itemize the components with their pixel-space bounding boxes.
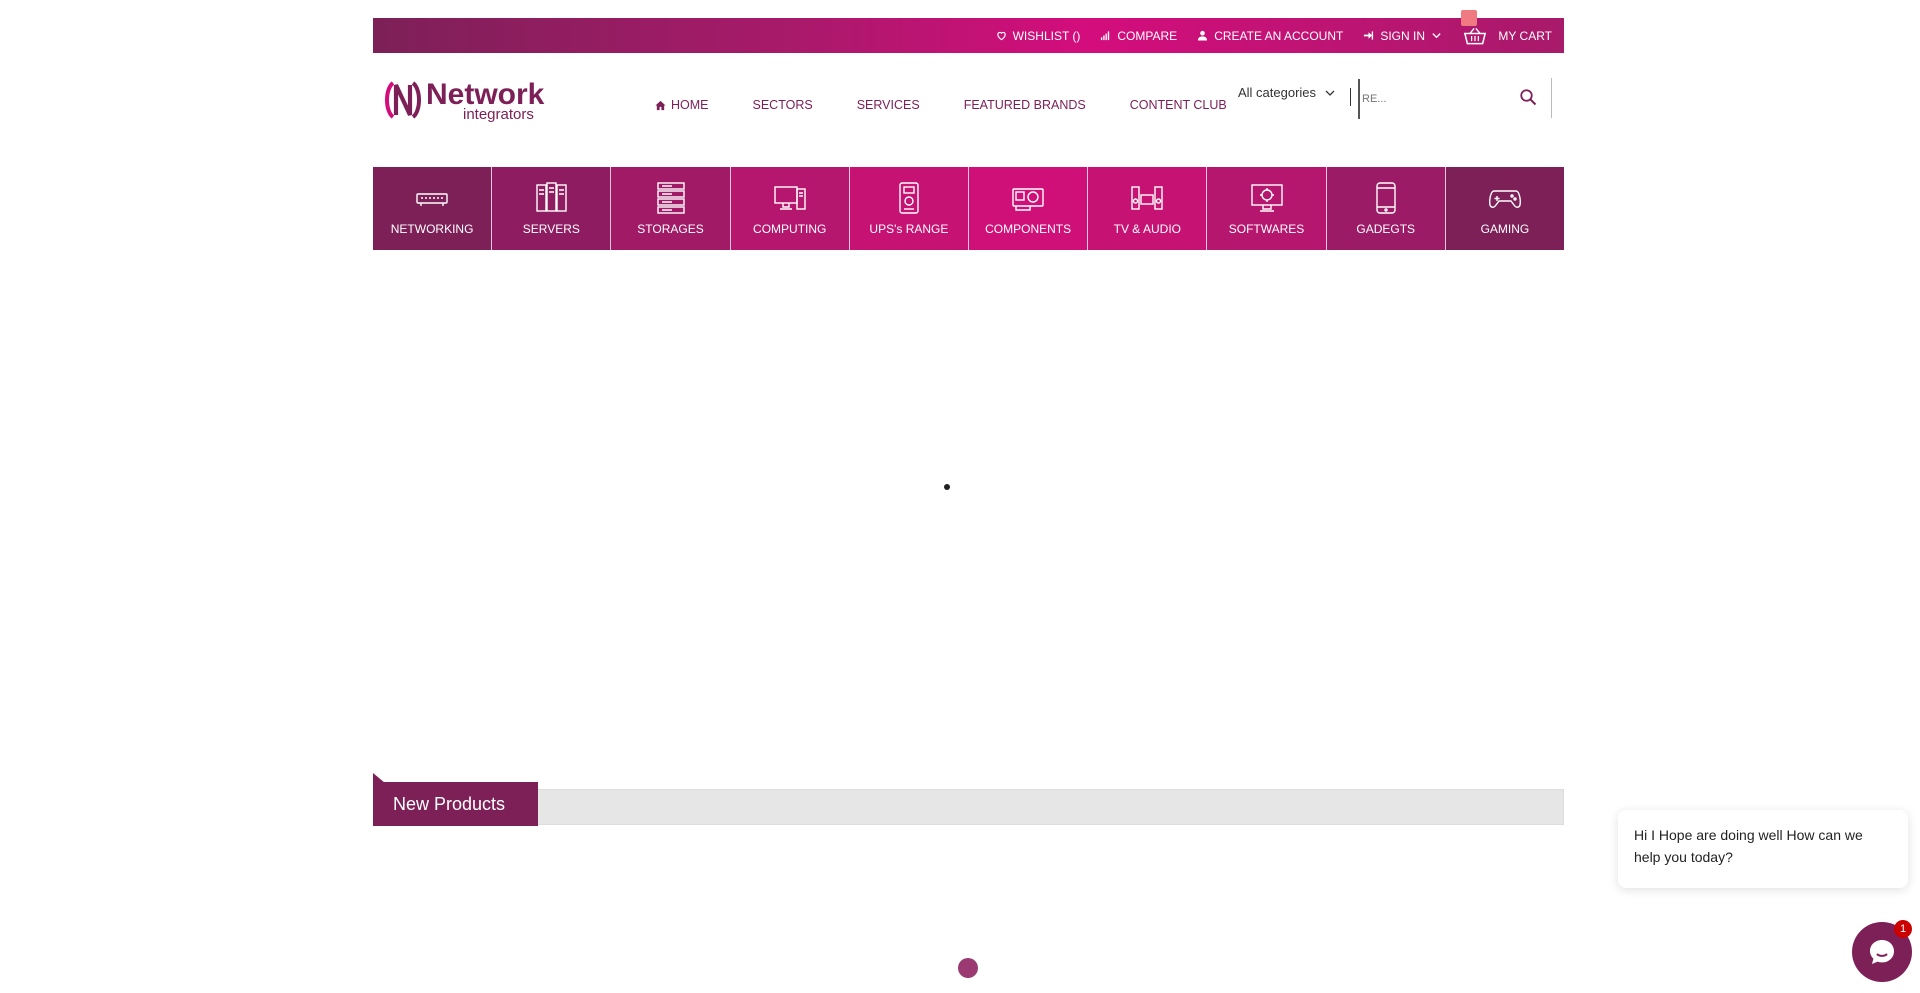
category-ups-range[interactable]: UPS's RANGE — [849, 167, 970, 250]
search-input[interactable] — [1358, 79, 1519, 119]
phone-icon — [1376, 182, 1396, 214]
category-label: GAMING — [1480, 222, 1530, 236]
sign-in-icon — [1364, 31, 1374, 40]
gpu-icon — [1012, 188, 1044, 211]
new-products-header-bar — [373, 789, 1564, 825]
gamepad-icon — [1488, 190, 1521, 208]
main-navigation: HOME SECTORS SERVICES FEATURED BRANDS CO… — [655, 98, 1227, 112]
chat-icon — [1870, 940, 1894, 964]
compare-link[interactable]: COMPARE — [1100, 29, 1177, 43]
nav-content-club-label: CONTENT CLUB — [1129, 98, 1227, 112]
logo-mark: Network integrators — [385, 78, 545, 123]
cart-label: MY CART — [1498, 28, 1552, 43]
category-select[interactable]: All categories — [1238, 85, 1336, 100]
top-bar: WISHLIST () COMPARE CREATE AN ACCOUNT SI… — [373, 10, 1564, 53]
nav-home-label: HOME — [671, 98, 709, 112]
logo-tagline: integrators — [463, 106, 534, 123]
home-icon — [655, 100, 666, 110]
category-gadgets[interactable]: GADEGTS — [1326, 167, 1446, 250]
category-gaming[interactable]: GAMING — [1445, 167, 1565, 250]
bar-chart-icon — [1101, 31, 1110, 41]
category-label: STORAGES — [637, 222, 704, 236]
category-label: UPS's RANGE — [869, 222, 949, 236]
wishlist-link[interactable]: WISHLIST () — [996, 28, 1081, 43]
category-label: GADEGTS — [1356, 222, 1416, 236]
nav-content-club[interactable]: CONTENT CLUB — [1130, 98, 1227, 112]
site-logo[interactable]: Network integrators — [383, 77, 558, 123]
top-links: WISHLIST () COMPARE CREATE AN ACCOUNT SI… — [996, 18, 1442, 53]
nav-services-label: SERVICES — [856, 98, 920, 112]
category-servers[interactable]: SERVERS — [492, 167, 612, 250]
nav-services[interactable]: SERVICES — [857, 98, 920, 112]
wishlist-label: WISHLIST () — [1012, 28, 1081, 43]
chevron-down-icon — [1432, 33, 1441, 39]
category-softwares[interactable]: SOFTWARES — [1207, 167, 1327, 250]
category-storages[interactable]: STORAGES — [611, 167, 731, 250]
speakers-icon — [1131, 186, 1164, 210]
cart-count-badge — [1461, 10, 1477, 26]
user-icon — [1198, 30, 1208, 41]
create-account-label: CREATE AN ACCOUNT — [1214, 28, 1344, 43]
category-bar: NETWORKING SERVERS STORAGES COMPUTING UP… — [373, 167, 1565, 250]
chat-unread-badge: 1 — [1894, 920, 1912, 938]
new-products-title: New Products — [373, 782, 538, 826]
divider — [1350, 88, 1351, 106]
category-label: COMPONENTS — [985, 222, 1072, 236]
category-label: COMPUTING — [753, 222, 827, 236]
nav-home[interactable]: HOME — [655, 98, 709, 112]
chat-greeting-bubble[interactable]: Hi I Hope are doing well How can we help… — [1618, 810, 1908, 888]
chat-message: Hi I Hope are doing well How can we help… — [1634, 827, 1863, 865]
heart-icon — [996, 31, 1006, 41]
nav-sectors-label: SECTORS — [752, 98, 813, 112]
router-icon — [416, 193, 448, 206]
storage-icon — [656, 182, 685, 214]
cart-button[interactable]: MY CART — [1464, 18, 1552, 53]
category-components[interactable]: COMPONENTS — [969, 167, 1089, 250]
slider-loading-dot — [944, 484, 950, 490]
computer-icon — [774, 186, 806, 210]
category-label: NETWORKING — [390, 222, 474, 236]
loading-spinner — [958, 958, 978, 978]
sign-in-link[interactable]: SIGN IN — [1363, 29, 1442, 43]
ups-icon — [899, 182, 919, 214]
category-select-value: All categories — [1238, 85, 1317, 100]
create-account-link[interactable]: CREATE AN ACCOUNT — [1197, 29, 1343, 43]
server-icon — [536, 182, 567, 212]
category-tv-audio[interactable]: TV & AUDIO — [1088, 167, 1208, 250]
software-icon — [1250, 184, 1283, 212]
category-computing[interactable]: COMPUTING — [730, 167, 850, 250]
compare-label: COMPARE — [1117, 28, 1178, 43]
divider — [1551, 78, 1552, 118]
search-icon[interactable] — [1519, 88, 1537, 106]
category-label: SOFTWARES — [1228, 222, 1305, 236]
nav-featured-brands[interactable]: FEATURED BRANDS — [964, 98, 1086, 112]
category-label: TV & AUDIO — [1113, 222, 1181, 236]
nav-featured-brands-label: FEATURED BRANDS — [963, 98, 1086, 112]
nav-sectors[interactable]: SECTORS — [753, 98, 813, 112]
category-networking[interactable]: NETWORKING — [373, 167, 493, 250]
basket-icon — [1464, 27, 1487, 44]
chevron-down-icon — [1325, 90, 1335, 96]
category-label: SERVERS — [522, 222, 580, 236]
sign-in-label: SIGN IN — [1380, 28, 1425, 43]
